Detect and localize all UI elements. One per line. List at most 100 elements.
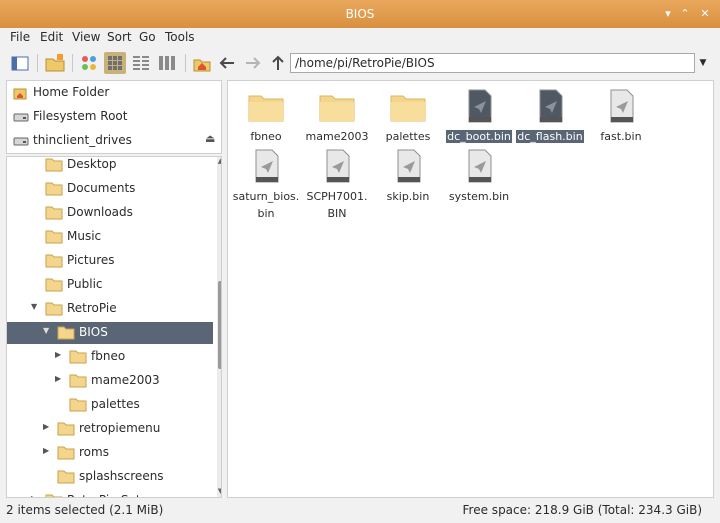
tree-item[interactable]: Pictures	[7, 250, 213, 272]
scroll-down-icon[interactable]: ▼	[217, 487, 221, 495]
new-tab-icon[interactable]	[44, 52, 66, 74]
menu-sort[interactable]: Sort	[107, 30, 132, 44]
folder-icon	[57, 421, 75, 436]
folder-icon	[69, 397, 87, 412]
expander-icon[interactable]: ▼	[31, 302, 37, 311]
place-thinclient-drives[interactable]: thinclient_drives ⏏	[11, 130, 219, 152]
file-item[interactable]: dc_flash.bin	[513, 85, 587, 149]
menu-file[interactable]: File	[10, 30, 30, 44]
forward-arrow-icon[interactable]	[242, 52, 264, 74]
expander-icon[interactable]: ▶	[55, 350, 61, 359]
tree-item-label: retropiemenu	[79, 421, 161, 435]
folder-item[interactable]: palettes	[371, 85, 445, 149]
toolbar-separator	[185, 54, 186, 72]
tree-item-label: Pictures	[67, 253, 115, 267]
folder-item[interactable]: fbneo	[229, 85, 303, 149]
sidebar-toggle-icon[interactable]	[9, 52, 31, 74]
tree-item[interactable]: Downloads	[7, 202, 213, 224]
scrollbar-thumb[interactable]	[218, 281, 221, 369]
file-icon	[539, 89, 563, 123]
menu-edit[interactable]: Edit	[40, 30, 63, 44]
status-bar: 2 items selected (2.1 MiB) Free space: 2…	[0, 499, 720, 523]
directory-tree: Desktop Documents Downloads Music Pictures Pu…	[6, 156, 222, 498]
home-icon	[13, 88, 27, 100]
eject-icon[interactable]: ⏏	[205, 132, 215, 145]
menu-view[interactable]: View	[72, 30, 100, 44]
file-view: fbneo mame2003 palettes dc_boot.bin dc_flash…	[227, 80, 714, 498]
title-bar[interactable]: BIOS ▾ ⌃ ✕	[0, 0, 720, 28]
file-name: skip.bin	[386, 190, 430, 203]
close-icon[interactable]: ✕	[697, 6, 713, 22]
file-item[interactable]: SCPH7001. BIN	[300, 145, 374, 220]
place-label: thinclient_drives	[33, 133, 132, 147]
tree-item[interactable]: ▶ RetroPie-Setup	[7, 490, 213, 497]
place-home-folder[interactable]: Home Folder	[11, 82, 219, 104]
tree-item-label: Downloads	[67, 205, 133, 219]
folder-icon	[45, 301, 63, 316]
view-list-icon[interactable]	[156, 52, 178, 74]
folder-item[interactable]: mame2003	[300, 85, 374, 149]
file-item[interactable]: dc_boot.bin	[442, 85, 516, 149]
file-icon	[397, 149, 421, 183]
expander-icon[interactable]: ▶	[55, 374, 61, 383]
expander-icon[interactable]: ▶	[43, 422, 49, 431]
tree-item[interactable]: Desktop	[7, 157, 213, 176]
view-thumbnails-icon[interactable]	[104, 52, 126, 74]
file-icon	[255, 149, 279, 183]
file-icon	[468, 149, 492, 183]
view-compact-icon[interactable]	[130, 52, 152, 74]
tree-item[interactable]: Music	[7, 226, 213, 248]
place-label: Home Folder	[33, 85, 110, 99]
tree-item[interactable]: ▶ retropiemenu	[7, 418, 213, 440]
back-arrow-icon[interactable]	[216, 52, 238, 74]
tree-item[interactable]: ▶ roms	[7, 442, 213, 464]
place-filesystem-root[interactable]: Filesystem Root	[11, 106, 219, 128]
home-icon[interactable]	[191, 52, 213, 74]
tree-item[interactable]: palettes	[7, 394, 213, 416]
folder-icon	[57, 325, 75, 340]
folder-icon	[45, 277, 63, 292]
folder-icon	[45, 493, 63, 497]
expander-icon[interactable]: ▼	[43, 326, 49, 335]
file-name: dc_boot.bin	[446, 130, 512, 143]
tree-item[interactable]: ▶ mame2003	[7, 370, 213, 392]
folder-icon	[69, 373, 87, 388]
tree-item[interactable]: Documents	[7, 178, 213, 200]
file-item[interactable]: system.bin	[442, 145, 516, 209]
free-space-status: Free space: 218.9 GiB (Total: 234.3 GiB)	[462, 503, 702, 517]
chevron-down-icon[interactable]: ▼	[695, 53, 711, 73]
file-icon	[326, 149, 350, 183]
tree-item[interactable]: splashscreens	[7, 466, 213, 488]
file-item[interactable]: fast.bin	[584, 85, 658, 149]
tree-item[interactable]: ▼ BIOS	[7, 322, 213, 344]
tree-item[interactable]: ▼ RetroPie	[7, 298, 213, 320]
scroll-up-icon[interactable]: ▲	[217, 157, 221, 165]
menu-go[interactable]: Go	[139, 30, 156, 44]
window-title: BIOS	[345, 7, 375, 21]
folder-icon	[69, 349, 87, 364]
file-item[interactable]: saturn_bios. bin	[229, 145, 303, 220]
menu-icon[interactable]: ▾	[660, 6, 676, 22]
place-label: Filesystem Root	[33, 109, 128, 123]
expander-icon[interactable]: ▶	[43, 446, 49, 455]
tree-item[interactable]: ▶ fbneo	[7, 346, 213, 368]
folder-icon	[319, 92, 355, 122]
tree-item-label: RetroPie	[67, 301, 117, 315]
file-name: system.bin	[448, 190, 510, 203]
path-input[interactable]: /home/pi/RetroPie/BIOS	[290, 53, 695, 73]
file-item[interactable]: skip.bin	[371, 145, 445, 209]
file-icon	[610, 89, 634, 123]
view-icons-icon[interactable]	[78, 52, 100, 74]
minimize-icon[interactable]: ⌃	[677, 6, 693, 22]
expander-icon[interactable]: ▶	[31, 494, 37, 497]
tree-item-label: RetroPie-Setup	[67, 493, 156, 497]
folder-icon	[45, 229, 63, 244]
tree-item-label: Documents	[67, 181, 136, 195]
tree-item-label: palettes	[91, 397, 140, 411]
up-arrow-icon[interactable]	[267, 52, 289, 74]
file-name: mame2003	[305, 130, 369, 143]
tree-item[interactable]: Public	[7, 274, 213, 296]
folder-icon	[45, 181, 63, 196]
menu-tools[interactable]: Tools	[165, 30, 195, 44]
tree-scrollbar[interactable]: ▲ ▼	[217, 157, 221, 497]
